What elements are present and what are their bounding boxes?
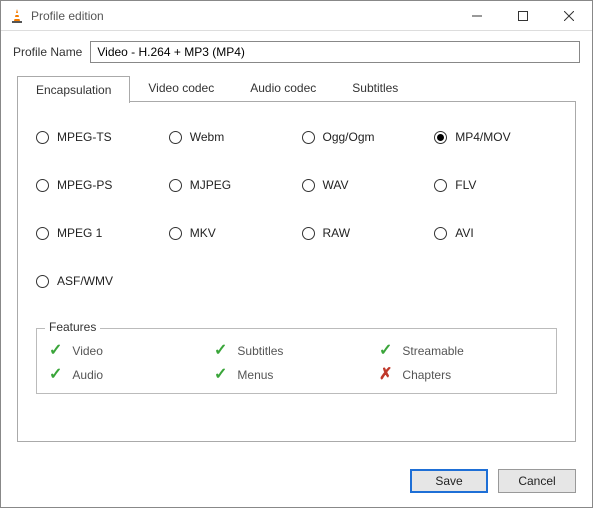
encapsulation-panel: MPEG-TS Webm Ogg/Ogm MP4/MOV MPEG-PS MJPEG WAV… xyxy=(17,102,576,442)
radio-button-icon xyxy=(36,275,49,288)
radio-button-icon xyxy=(302,227,315,240)
profile-edition-window: Profile edition Profile Name Encapsulati… xyxy=(0,0,593,508)
radio-mp4-mov[interactable]: MP4/MOV xyxy=(434,130,557,144)
radio-label: Webm xyxy=(190,130,224,144)
feature-label: Chapters xyxy=(402,368,451,382)
feature-label: Menus xyxy=(237,368,273,382)
tab-subtitles[interactable]: Subtitles xyxy=(334,75,416,102)
tabs-spacer xyxy=(416,75,576,102)
cancel-button-label: Cancel xyxy=(518,474,555,488)
radio-asf-wmv[interactable]: ASF/WMV xyxy=(36,274,159,288)
check-icon: ✓ xyxy=(49,367,62,383)
radio-button-icon xyxy=(302,131,315,144)
radio-button-icon xyxy=(434,131,447,144)
radio-button-icon xyxy=(36,227,49,240)
radio-label: MKV xyxy=(190,226,216,240)
close-button[interactable] xyxy=(546,1,592,30)
radio-mpeg-ps[interactable]: MPEG-PS xyxy=(36,178,159,192)
radio-label: ASF/WMV xyxy=(57,274,113,288)
check-icon: ✓ xyxy=(379,343,392,359)
radio-label: MJPEG xyxy=(190,178,231,192)
radio-raw[interactable]: RAW xyxy=(302,226,425,240)
features-box: Features ✓Video✓Subtitles✓Streamable✓Aud… xyxy=(36,328,557,394)
radio-label: AVI xyxy=(455,226,473,240)
radio-label: RAW xyxy=(323,226,351,240)
radio-button-icon xyxy=(302,179,315,192)
radio-label: MP4/MOV xyxy=(455,130,510,144)
radio-label: Ogg/Ogm xyxy=(323,130,375,144)
tab-area: EncapsulationVideo codecAudio codecSubti… xyxy=(17,75,576,442)
radio-flv[interactable]: FLV xyxy=(434,178,557,192)
tab-strip: EncapsulationVideo codecAudio codecSubti… xyxy=(17,75,576,102)
cross-icon: ✗ xyxy=(379,367,392,383)
feature-label: Audio xyxy=(72,368,103,382)
feature-label: Subtitles xyxy=(237,344,283,358)
features-grid: ✓ Video ✓ Subtitles ✓ Streamable ✓ Audio ✓ Menus ✗… xyxy=(49,343,544,383)
check-icon: ✓ xyxy=(214,367,227,383)
radio-label: MPEG-TS xyxy=(57,130,112,144)
feature-subtitles: ✓ Subtitles xyxy=(214,343,379,359)
feature-audio: ✓ Audio xyxy=(49,367,214,383)
feature-label: Video xyxy=(72,344,102,358)
maximize-button[interactable] xyxy=(500,1,546,30)
window-title: Profile edition xyxy=(31,9,104,23)
radio-webm[interactable]: Webm xyxy=(169,130,292,144)
window-controls xyxy=(454,1,592,30)
radio-button-icon xyxy=(169,131,182,144)
radio-label: MPEG 1 xyxy=(57,226,102,240)
dialog-button-row: Save Cancel xyxy=(1,459,592,507)
feature-menus: ✓ Menus xyxy=(214,367,379,383)
radio-button-icon xyxy=(434,227,447,240)
tab-video-codec[interactable]: Video codec xyxy=(130,75,232,102)
check-icon: ✓ xyxy=(214,343,227,359)
tab-audio-codec[interactable]: Audio codec xyxy=(232,75,334,102)
feature-label: Streamable xyxy=(402,344,463,358)
radio-mpeg-1[interactable]: MPEG 1 xyxy=(36,226,159,240)
tab-encapsulation[interactable]: Encapsulation xyxy=(17,76,130,103)
features-legend: Features xyxy=(45,320,100,334)
radio-ogg-ogm[interactable]: Ogg/Ogm xyxy=(302,130,425,144)
profile-name-label: Profile Name xyxy=(13,45,82,59)
radio-wav[interactable]: WAV xyxy=(302,178,425,192)
radio-mpeg-ts[interactable]: MPEG-TS xyxy=(36,130,159,144)
radio-button-icon xyxy=(169,227,182,240)
radio-mjpeg[interactable]: MJPEG xyxy=(169,178,292,192)
radio-label: FLV xyxy=(455,178,476,192)
profile-name-row: Profile Name xyxy=(1,31,592,75)
radio-label: WAV xyxy=(323,178,349,192)
radio-avi[interactable]: AVI xyxy=(434,226,557,240)
vlc-cone-icon xyxy=(9,8,25,24)
minimize-button[interactable] xyxy=(454,1,500,30)
radio-button-icon xyxy=(36,179,49,192)
feature-chapters: ✗ Chapters xyxy=(379,367,544,383)
radio-button-icon xyxy=(434,179,447,192)
radio-button-icon xyxy=(169,179,182,192)
feature-video: ✓ Video xyxy=(49,343,214,359)
feature-streamable: ✓ Streamable xyxy=(379,343,544,359)
titlebar: Profile edition xyxy=(1,1,592,31)
profile-name-input[interactable] xyxy=(90,41,580,63)
encapsulation-radio-grid: MPEG-TS Webm Ogg/Ogm MP4/MOV MPEG-PS MJPEG WAV… xyxy=(36,130,557,288)
save-button[interactable]: Save xyxy=(410,469,488,493)
title-left: Profile edition xyxy=(9,8,104,24)
cancel-button[interactable]: Cancel xyxy=(498,469,576,493)
radio-mkv[interactable]: MKV xyxy=(169,226,292,240)
radio-label: MPEG-PS xyxy=(57,178,112,192)
radio-button-icon xyxy=(36,131,49,144)
save-button-label: Save xyxy=(435,474,462,488)
check-icon: ✓ xyxy=(49,343,62,359)
